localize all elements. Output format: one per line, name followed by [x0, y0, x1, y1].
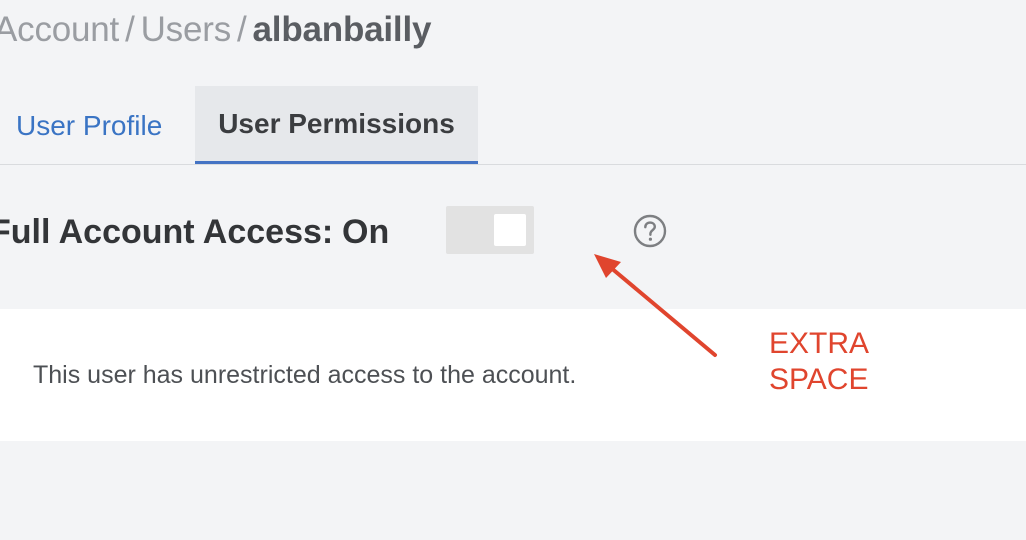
access-description: This user has unrestricted access to the… [33, 361, 577, 389]
breadcrumb-separator: / [237, 10, 247, 49]
full-account-access-row: Full Account Access: On [0, 205, 1026, 257]
breadcrumb-item-users[interactable]: Users [141, 10, 232, 49]
tab-bar-divider [0, 164, 1026, 165]
breadcrumb-separator: / [125, 10, 135, 49]
annotation-label: EXTRA SPACE [769, 326, 869, 398]
annotation-line-2: SPACE [769, 363, 869, 396]
full-account-access-label: Full Account Access: [0, 213, 334, 251]
tab-user-profile[interactable]: User Profile [16, 86, 162, 165]
breadcrumb-item-account[interactable]: Account [0, 10, 119, 49]
breadcrumb-current: albanbailly [252, 10, 432, 49]
info-panel: This user has unrestricted access to the… [0, 309, 1026, 441]
toggle-knob [494, 214, 526, 246]
question-circle-icon[interactable] [633, 214, 667, 248]
breadcrumb: Account / Users / albanbailly [0, 10, 431, 50]
annotation-line-1: EXTRA [769, 327, 870, 360]
annotation-arrow [594, 254, 717, 357]
full-account-access-status: On [342, 213, 390, 251]
tab-bar: User Profile User Permissions [0, 86, 1026, 165]
tab-user-permissions[interactable]: User Permissions [195, 86, 478, 165]
full-account-access-toggle[interactable] [446, 206, 534, 254]
